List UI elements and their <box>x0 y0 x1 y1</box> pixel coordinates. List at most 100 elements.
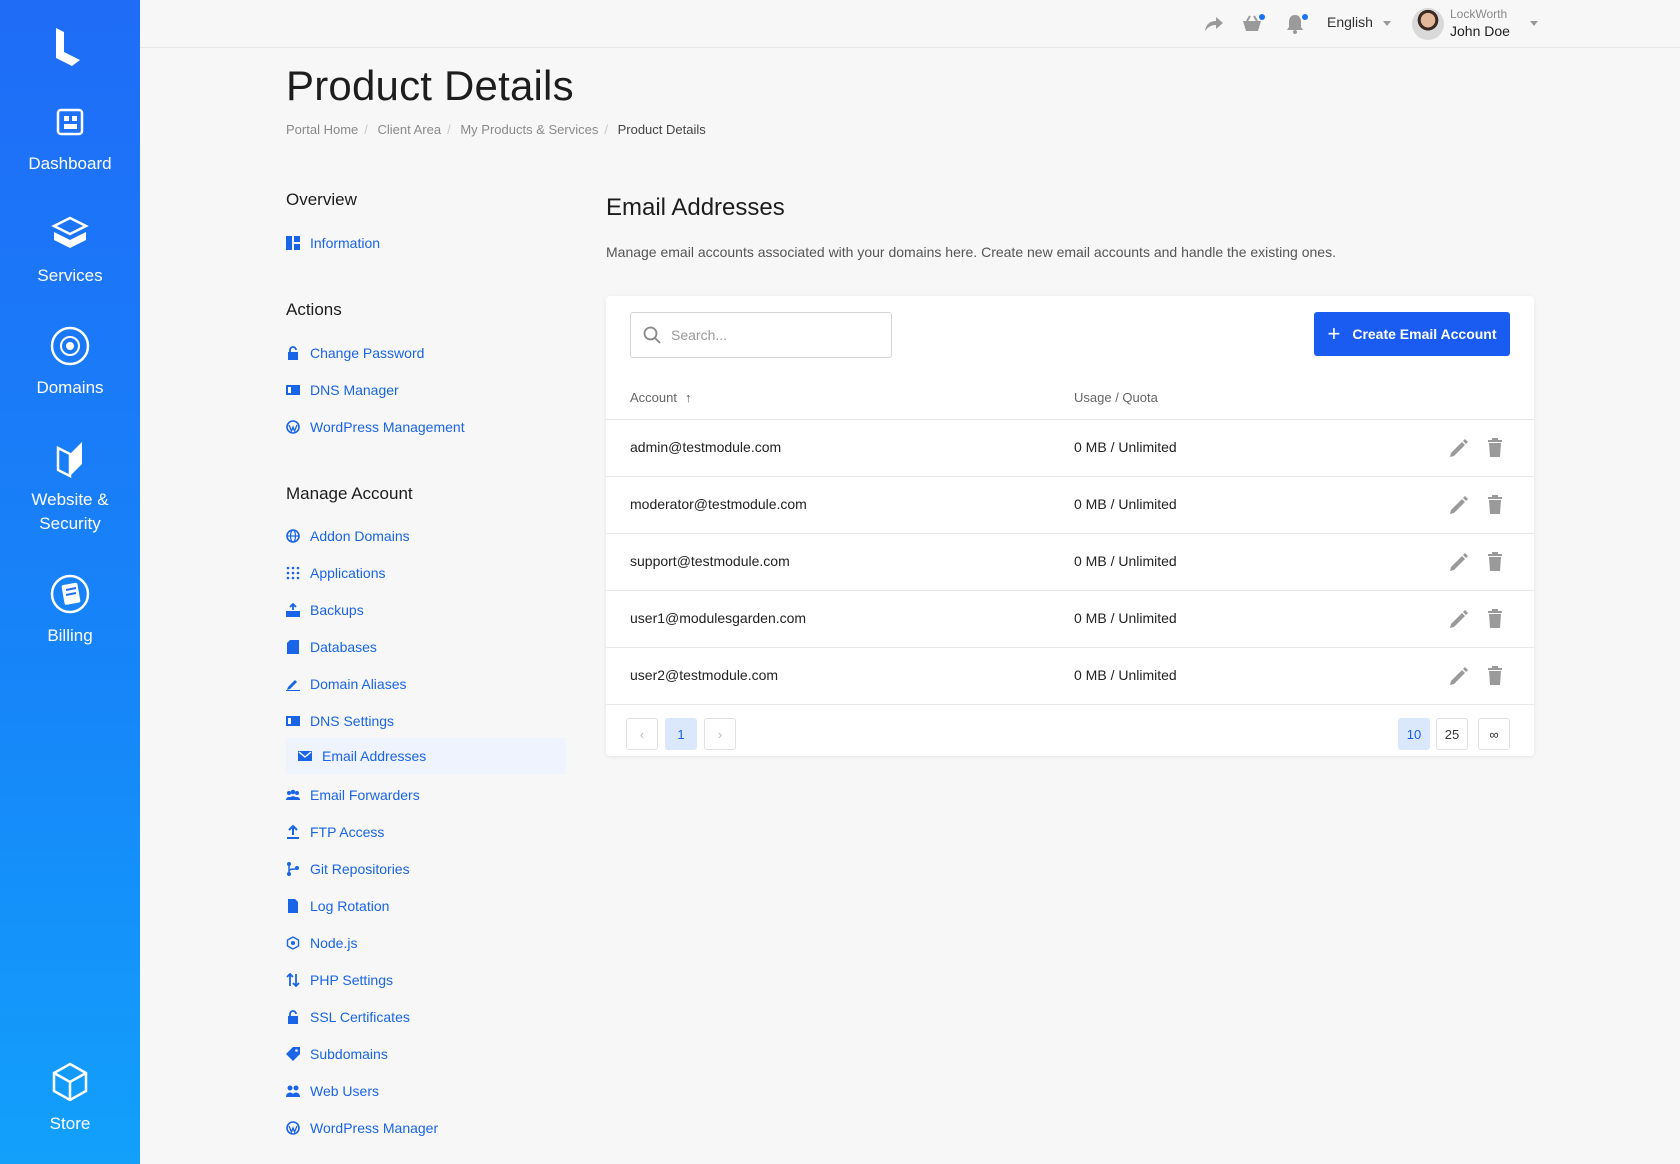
usage-cell: 0 MB / Unlimited <box>1074 610 1177 626</box>
table-row: admin@testmodule.com 0 MB / Unlimited <box>606 420 1534 477</box>
trash-icon[interactable] <box>1484 608 1506 630</box>
menu-item-information[interactable]: Information <box>286 232 566 254</box>
services-icon <box>51 216 89 248</box>
column-header-account[interactable]: Account ↑ <box>630 390 691 405</box>
trash-icon[interactable] <box>1484 437 1506 459</box>
account-cell: admin@testmodule.com <box>630 439 782 455</box>
dashboard-icon <box>56 108 84 136</box>
nav-website-security-label: Website & Security <box>31 490 109 533</box>
menu-item-email-forwarders[interactable]: Email Forwarders <box>286 784 566 806</box>
menu-item-log-rotation[interactable]: Log Rotation <box>286 895 566 917</box>
grid-dots-icon <box>286 566 300 580</box>
menu-item-dns-settings[interactable]: DNS Settings <box>286 710 566 732</box>
nav-billing[interactable]: Billing <box>0 572 140 648</box>
menu-item-subdomains[interactable]: Subdomains <box>286 1043 566 1065</box>
create-email-account-button[interactable]: + Create Email Account <box>1314 312 1510 356</box>
nav-domains[interactable]: Domains <box>0 324 140 400</box>
plus-icon: + <box>1327 321 1341 346</box>
users-group-icon <box>286 789 300 800</box>
nodejs-icon <box>286 936 300 950</box>
menu-item-wordpress-manager[interactable]: WordPress Manager <box>286 1117 566 1139</box>
breadcrumb-my-products[interactable]: My Products & Services <box>460 122 598 137</box>
page-size-all[interactable]: ∞ <box>1478 718 1510 750</box>
layout-icon <box>286 236 300 250</box>
usage-cell: 0 MB / Unlimited <box>1074 667 1177 683</box>
section-description: Manage email accounts associated with yo… <box>606 244 1336 260</box>
wordpress-icon <box>286 420 300 434</box>
edit-pencil-icon[interactable] <box>1448 494 1470 516</box>
section-title: Email Addresses <box>606 194 785 221</box>
nav-services-label: Services <box>37 266 103 285</box>
edit-pencil-icon[interactable] <box>1448 608 1470 630</box>
table-row: support@testmodule.com 0 MB / Unlimited <box>606 534 1534 591</box>
account-cell: support@testmodule.com <box>630 553 790 569</box>
user-chevron-down-icon[interactable] <box>1530 21 1538 26</box>
page-size-25[interactable]: 25 <box>1436 718 1468 750</box>
pager-prev-button[interactable]: ‹ <box>626 718 658 750</box>
menu-item-ftp-access[interactable]: FTP Access <box>286 821 566 843</box>
menu-item-domain-aliases[interactable]: Domain Aliases <box>286 673 566 695</box>
usage-cell: 0 MB / Unlimited <box>1074 439 1177 455</box>
sort-ascending-icon[interactable]: ↑ <box>685 390 692 405</box>
database-icon <box>287 640 299 654</box>
users-icon <box>286 1085 300 1097</box>
usage-cell: 0 MB / Unlimited <box>1074 496 1177 512</box>
menu-item-applications[interactable]: Applications <box>286 562 566 584</box>
nav-services[interactable]: Services <box>0 212 140 288</box>
avatar[interactable] <box>1412 8 1444 40</box>
menu-item-dns-manager[interactable]: DNS Manager <box>286 379 566 401</box>
nav-dashboard-label: Dashboard <box>28 154 112 173</box>
pen-icon <box>286 680 300 691</box>
breadcrumb-portal-home[interactable]: Portal Home <box>286 122 358 137</box>
nav-dashboard[interactable]: Dashboard <box>0 100 140 176</box>
topbar: English LockWorth John Doe <box>140 0 1680 48</box>
menu-item-databases[interactable]: Databases <box>286 636 566 658</box>
account-cell: user2@testmodule.com <box>630 667 779 683</box>
nav-store-label: Store <box>49 1114 91 1133</box>
nav-domains-label: Domains <box>36 378 104 397</box>
table-header: Account ↑ Usage / Quota <box>606 378 1534 420</box>
breadcrumb-client-area[interactable]: Client Area <box>378 122 442 137</box>
trash-icon[interactable] <box>1484 494 1506 516</box>
search-box[interactable] <box>630 312 892 358</box>
backup-icon <box>286 603 300 617</box>
edit-pencil-icon[interactable] <box>1448 437 1470 459</box>
breadcrumb-current: Product Details <box>617 122 706 137</box>
menu-item-addon-domains[interactable]: Addon Domains <box>286 525 566 547</box>
trash-icon[interactable] <box>1484 551 1506 573</box>
menu-item-git-repositories[interactable]: Git Repositories <box>286 858 566 880</box>
search-input[interactable] <box>671 327 871 343</box>
pager-page-1[interactable]: 1 <box>665 718 697 750</box>
billing-icon <box>50 574 90 614</box>
menu-item-change-password[interactable]: Change Password <box>286 342 566 364</box>
share-icon[interactable] <box>1202 12 1226 36</box>
lock-icon <box>288 346 298 360</box>
user-menu[interactable]: LockWorth John Doe <box>1450 7 1510 41</box>
menu-item-ssl-certificates[interactable]: SSL Certificates <box>286 1006 566 1028</box>
tag-icon <box>286 1047 300 1061</box>
table-row: user1@modulesgarden.com 0 MB / Unlimited <box>606 591 1534 648</box>
menu-item-email-addresses[interactable]: Email Addresses <box>286 738 566 774</box>
edit-pencil-icon[interactable] <box>1448 665 1470 687</box>
menu-item-nodejs[interactable]: Node.js <box>286 932 566 954</box>
edit-pencil-icon[interactable] <box>1448 551 1470 573</box>
pager-next-button[interactable]: › <box>704 718 736 750</box>
column-header-usage: Usage / Quota <box>1074 390 1158 405</box>
page-size-10[interactable]: 10 <box>1398 718 1430 750</box>
sidebar: Dashboard Services Domains Website & Sec… <box>0 0 140 1164</box>
nav-store[interactable]: Store <box>0 1060 140 1136</box>
language-selector[interactable]: English <box>1327 14 1391 30</box>
brand-logo-icon[interactable] <box>50 26 90 68</box>
menu-item-wordpress-management[interactable]: WordPress Management <box>286 416 566 438</box>
wordpress-icon <box>286 1121 300 1135</box>
nav-billing-label: Billing <box>47 626 93 645</box>
nav-website-security[interactable]: Website & Security <box>0 436 140 536</box>
user-org: LockWorth <box>1450 7 1508 21</box>
trash-icon[interactable] <box>1484 665 1506 687</box>
file-icon <box>288 899 298 913</box>
menu-item-backups[interactable]: Backups <box>286 599 566 621</box>
menu-item-web-users[interactable]: Web Users <box>286 1080 566 1102</box>
menu-item-php-settings[interactable]: PHP Settings <box>286 969 566 991</box>
lock-icon <box>288 1010 298 1024</box>
menu-heading-actions: Actions <box>286 300 342 319</box>
